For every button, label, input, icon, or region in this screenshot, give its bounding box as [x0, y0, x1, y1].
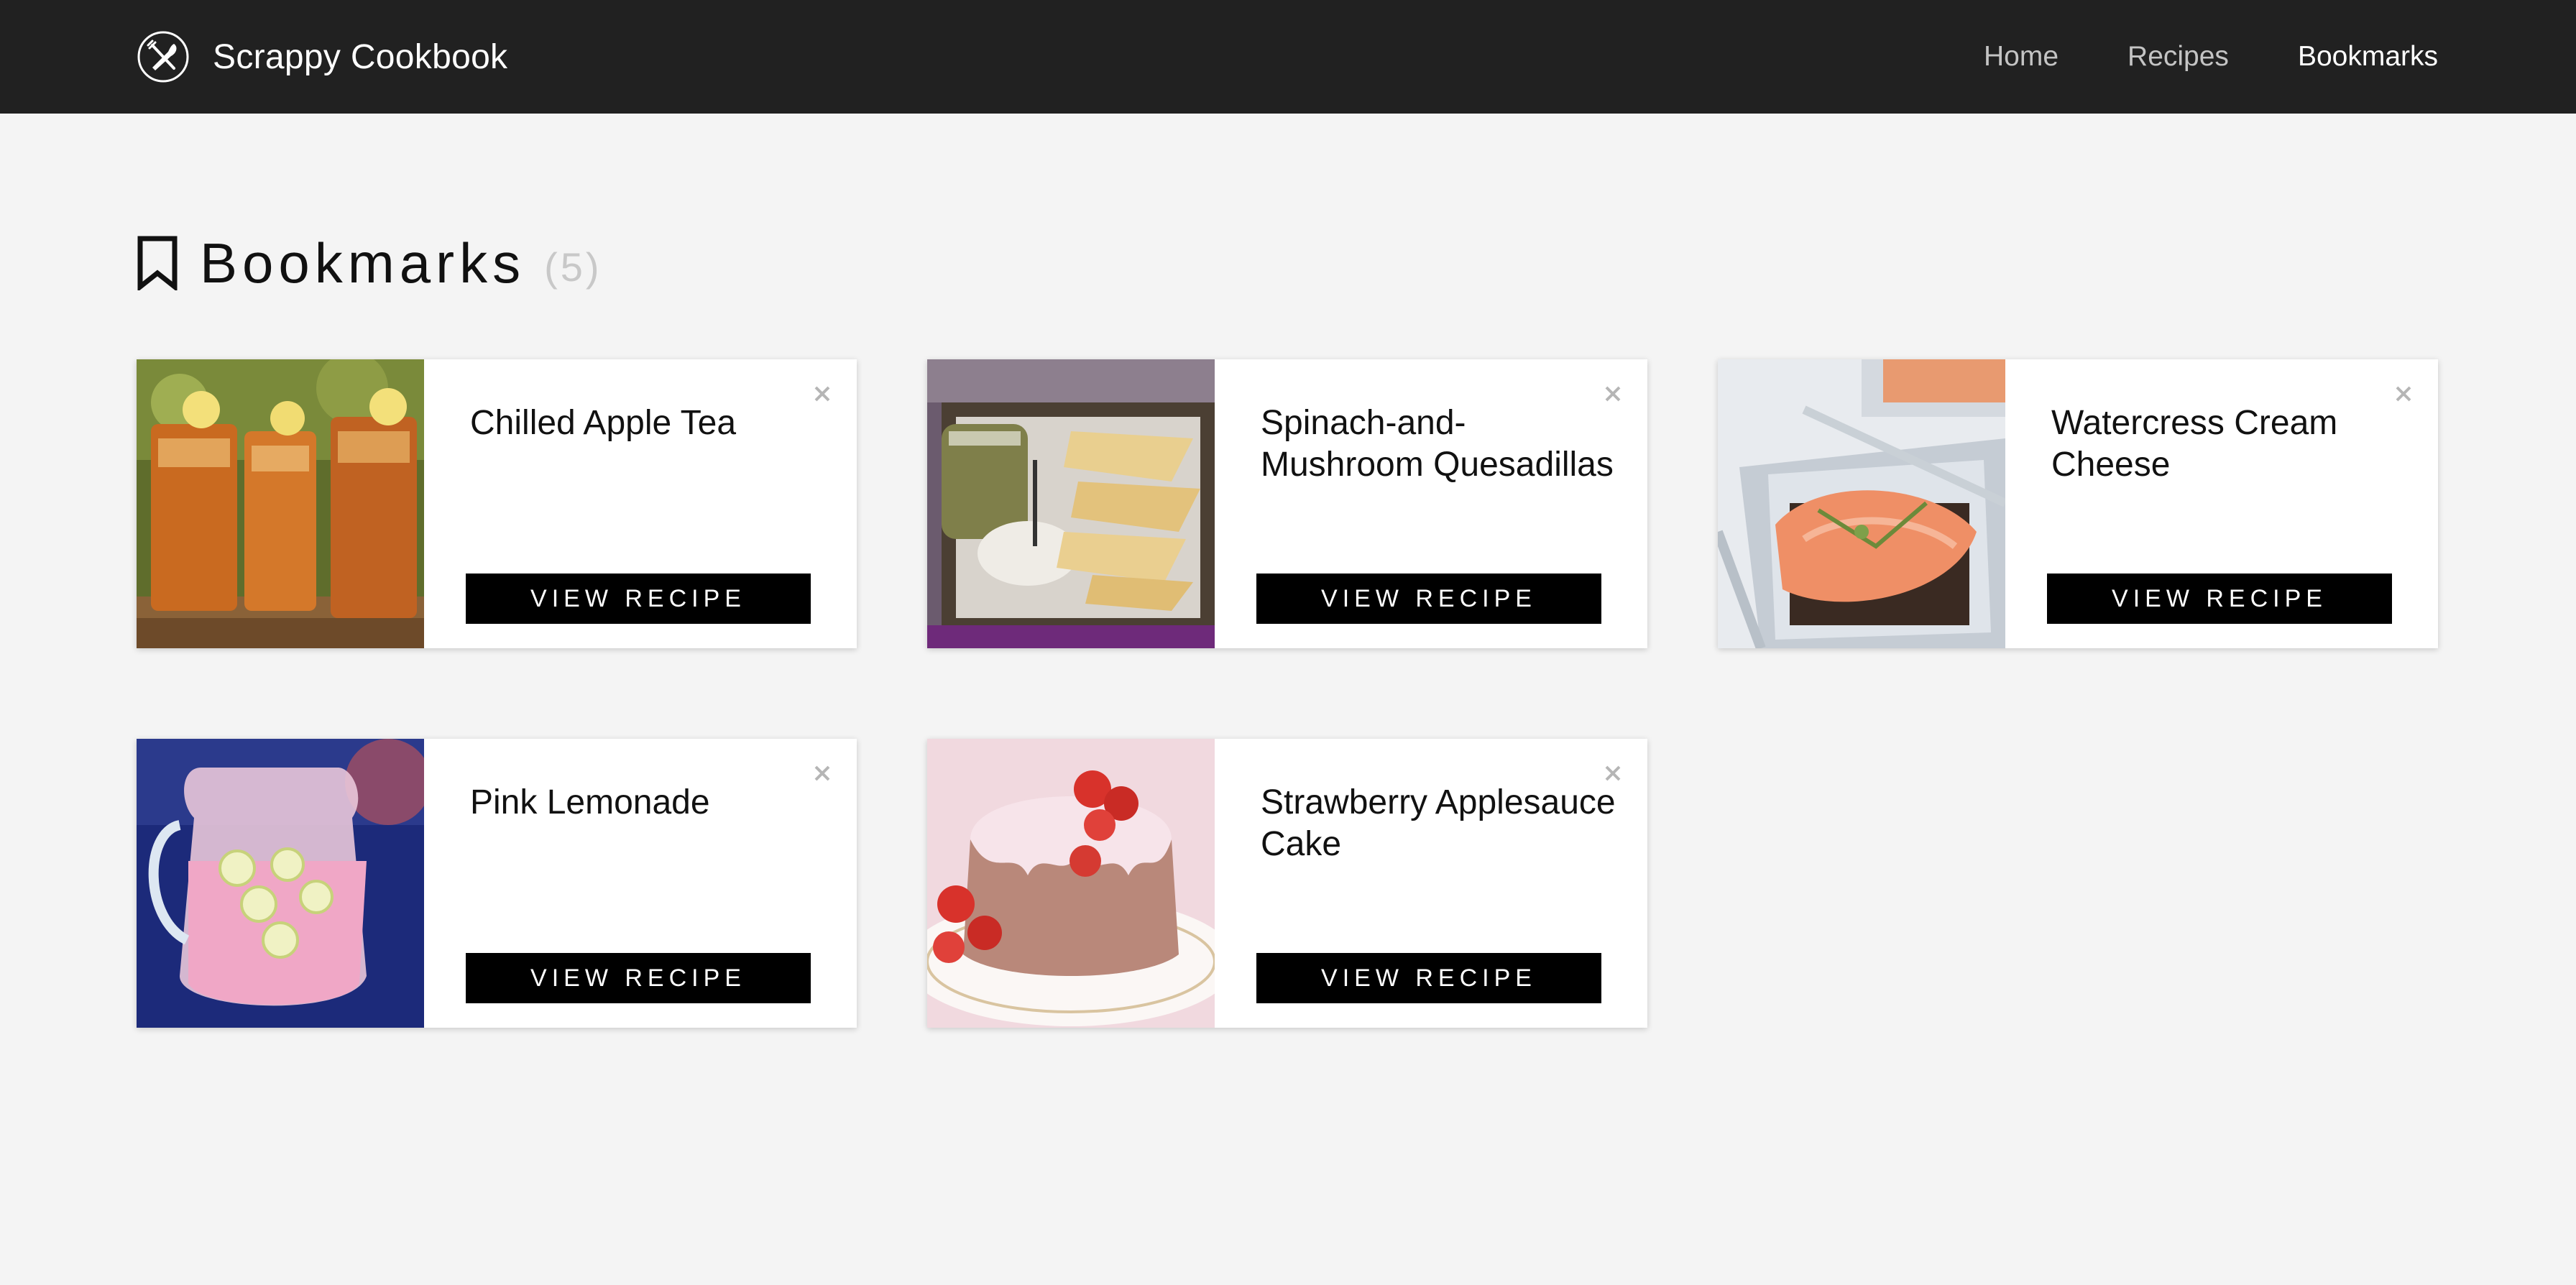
remove-bookmark-close-icon[interactable] [1600, 381, 1626, 407]
card-title: Strawberry Applesauce Cake [1261, 783, 1616, 863]
smoked-salmon-toast-photo[interactable] [1718, 359, 2005, 648]
nav-link-recipes[interactable]: Recipes [2128, 41, 2229, 73]
view-recipe-button[interactable]: VIEW RECIPE [1256, 953, 1601, 1003]
card-title: Chilled Apple Tea [470, 404, 737, 442]
fork-knife-circle-icon [137, 31, 189, 83]
brand-home-link[interactable]: Scrappy Cookbook [137, 29, 507, 85]
view-recipe-button[interactable]: VIEW RECIPE [466, 574, 811, 624]
view-recipe-button[interactable]: VIEW RECIPE [2047, 574, 2392, 624]
card-title: Pink Lemonade [470, 783, 710, 821]
iced-tea-glasses-photo[interactable] [137, 359, 424, 648]
quesadillas-tray-photo[interactable] [927, 359, 1215, 648]
view-recipe-button[interactable]: VIEW RECIPE [1256, 574, 1601, 624]
bookmark-card: Spinach-and-Mushroom Quesadillas VIEW RE… [927, 359, 1647, 648]
strawberry-bundt-cake-photo[interactable] [927, 739, 1215, 1028]
card-title: Watercress Cream Cheese [2051, 404, 2338, 484]
nav-link-home[interactable]: Home [1984, 41, 2058, 73]
remove-bookmark-close-icon[interactable] [2391, 381, 2416, 407]
remove-bookmark-close-icon[interactable] [809, 760, 835, 786]
remove-bookmark-close-icon[interactable] [1600, 760, 1626, 786]
bookmark-card: Strawberry Applesauce Cake VIEW RECIPE [927, 739, 1647, 1028]
bookmark-card: Pink Lemonade VIEW RECIPE [137, 739, 857, 1028]
bookmark-icon [137, 236, 178, 290]
nav-link-bookmarks[interactable]: Bookmarks [2298, 41, 2438, 73]
nav-links: Home Recipes Bookmarks [1915, 0, 2438, 114]
page-title: Bookmarks [200, 231, 526, 295]
top-navbar: Scrappy Cookbook Home Recipes Bookmarks [0, 0, 2576, 114]
brand-name: Scrappy Cookbook [213, 37, 508, 76]
bookmark-count: (5) [544, 244, 602, 290]
view-recipe-button[interactable]: VIEW RECIPE [466, 953, 811, 1003]
pink-lemonade-pitcher-photo[interactable] [137, 739, 424, 1028]
bookmark-card: Watercress Cream Cheese VIEW RECIPE [1718, 359, 2438, 648]
remove-bookmark-close-icon[interactable] [809, 381, 835, 407]
card-title: Spinach-and-Mushroom Quesadillas [1261, 404, 1614, 484]
bookmark-card: Chilled Apple Tea VIEW RECIPE [137, 359, 857, 648]
page-heading: Bookmarks (5) [137, 229, 602, 298]
